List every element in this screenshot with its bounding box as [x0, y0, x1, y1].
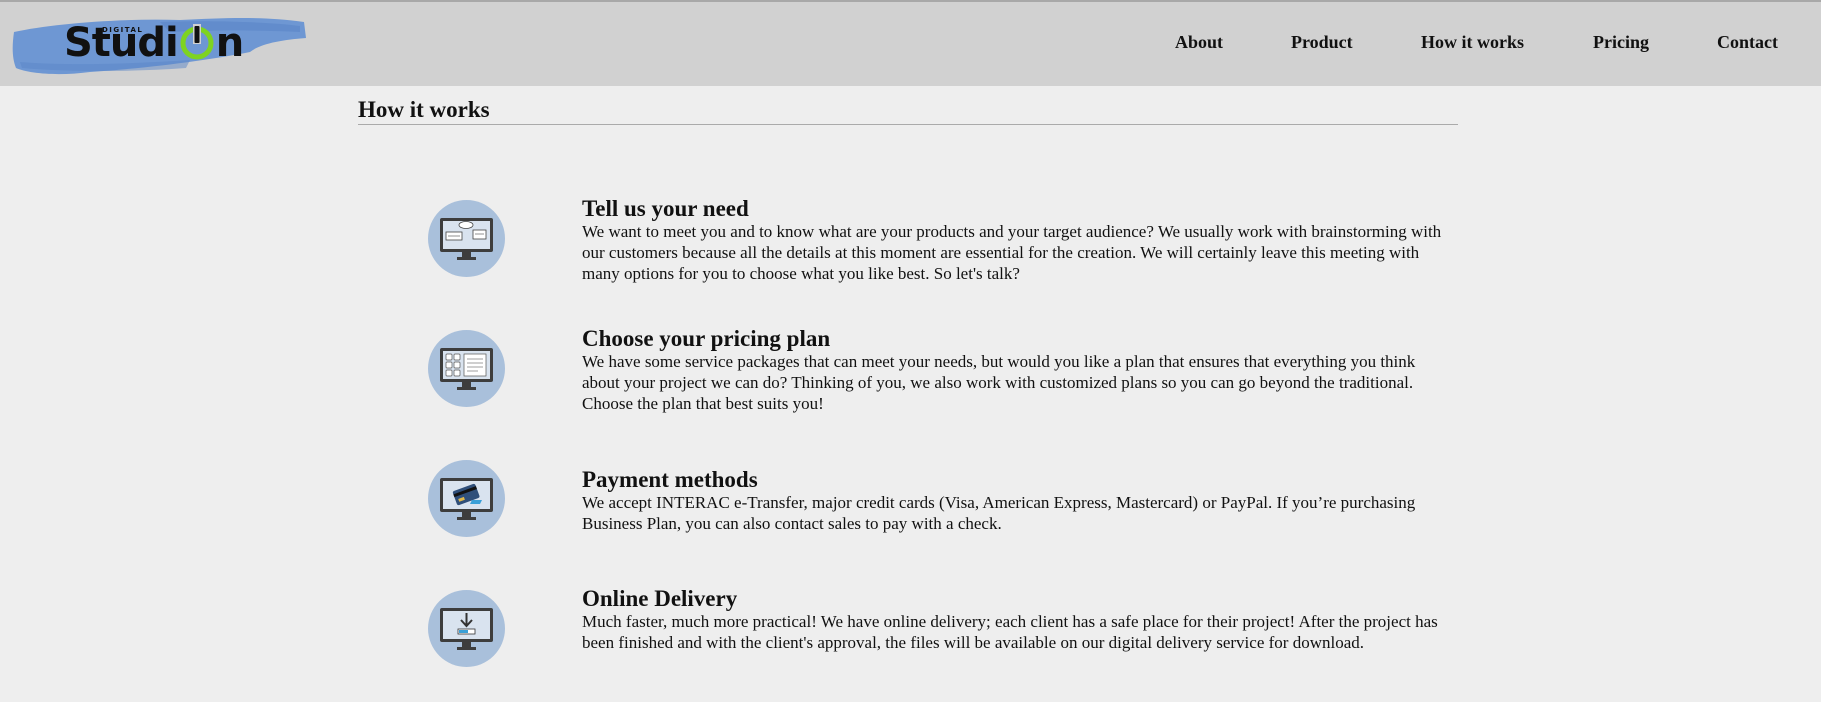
step-description: We want to meet you and to know what are…: [582, 222, 1442, 283]
nav-contact[interactable]: Contact: [1717, 32, 1778, 53]
title-divider: [358, 124, 1458, 125]
logo-text: Studi n: [64, 20, 244, 66]
page-title: How it works: [358, 97, 490, 122]
step-description: We accept INTERAC e-Transfer, major cred…: [582, 493, 1416, 533]
monitor-layout-icon: [428, 330, 505, 407]
nav-product[interactable]: Product: [1291, 32, 1353, 53]
monitor-download-icon: [428, 590, 505, 667]
power-icon: [180, 24, 214, 60]
nav-pricing[interactable]: Pricing: [1593, 32, 1649, 53]
nav-how-it-works[interactable]: How it works: [1421, 32, 1524, 53]
step-description: Much faster, much more practical! We hav…: [582, 612, 1438, 652]
step-title: Choose your pricing plan: [582, 326, 831, 351]
nav-about[interactable]: About: [1175, 32, 1223, 53]
step-description: We have some service packages that can m…: [582, 352, 1416, 413]
step-title: Tell us your need: [582, 196, 749, 221]
site-header: DIGITAL Studi n About Product How it work…: [0, 2, 1821, 86]
monitor-chat-icon: [428, 200, 505, 277]
step-title: Payment methods: [582, 467, 758, 492]
step-title: Online Delivery: [582, 586, 738, 611]
logo[interactable]: DIGITAL Studi n: [10, 10, 310, 78]
monitor-credit-card-icon: [428, 460, 505, 537]
